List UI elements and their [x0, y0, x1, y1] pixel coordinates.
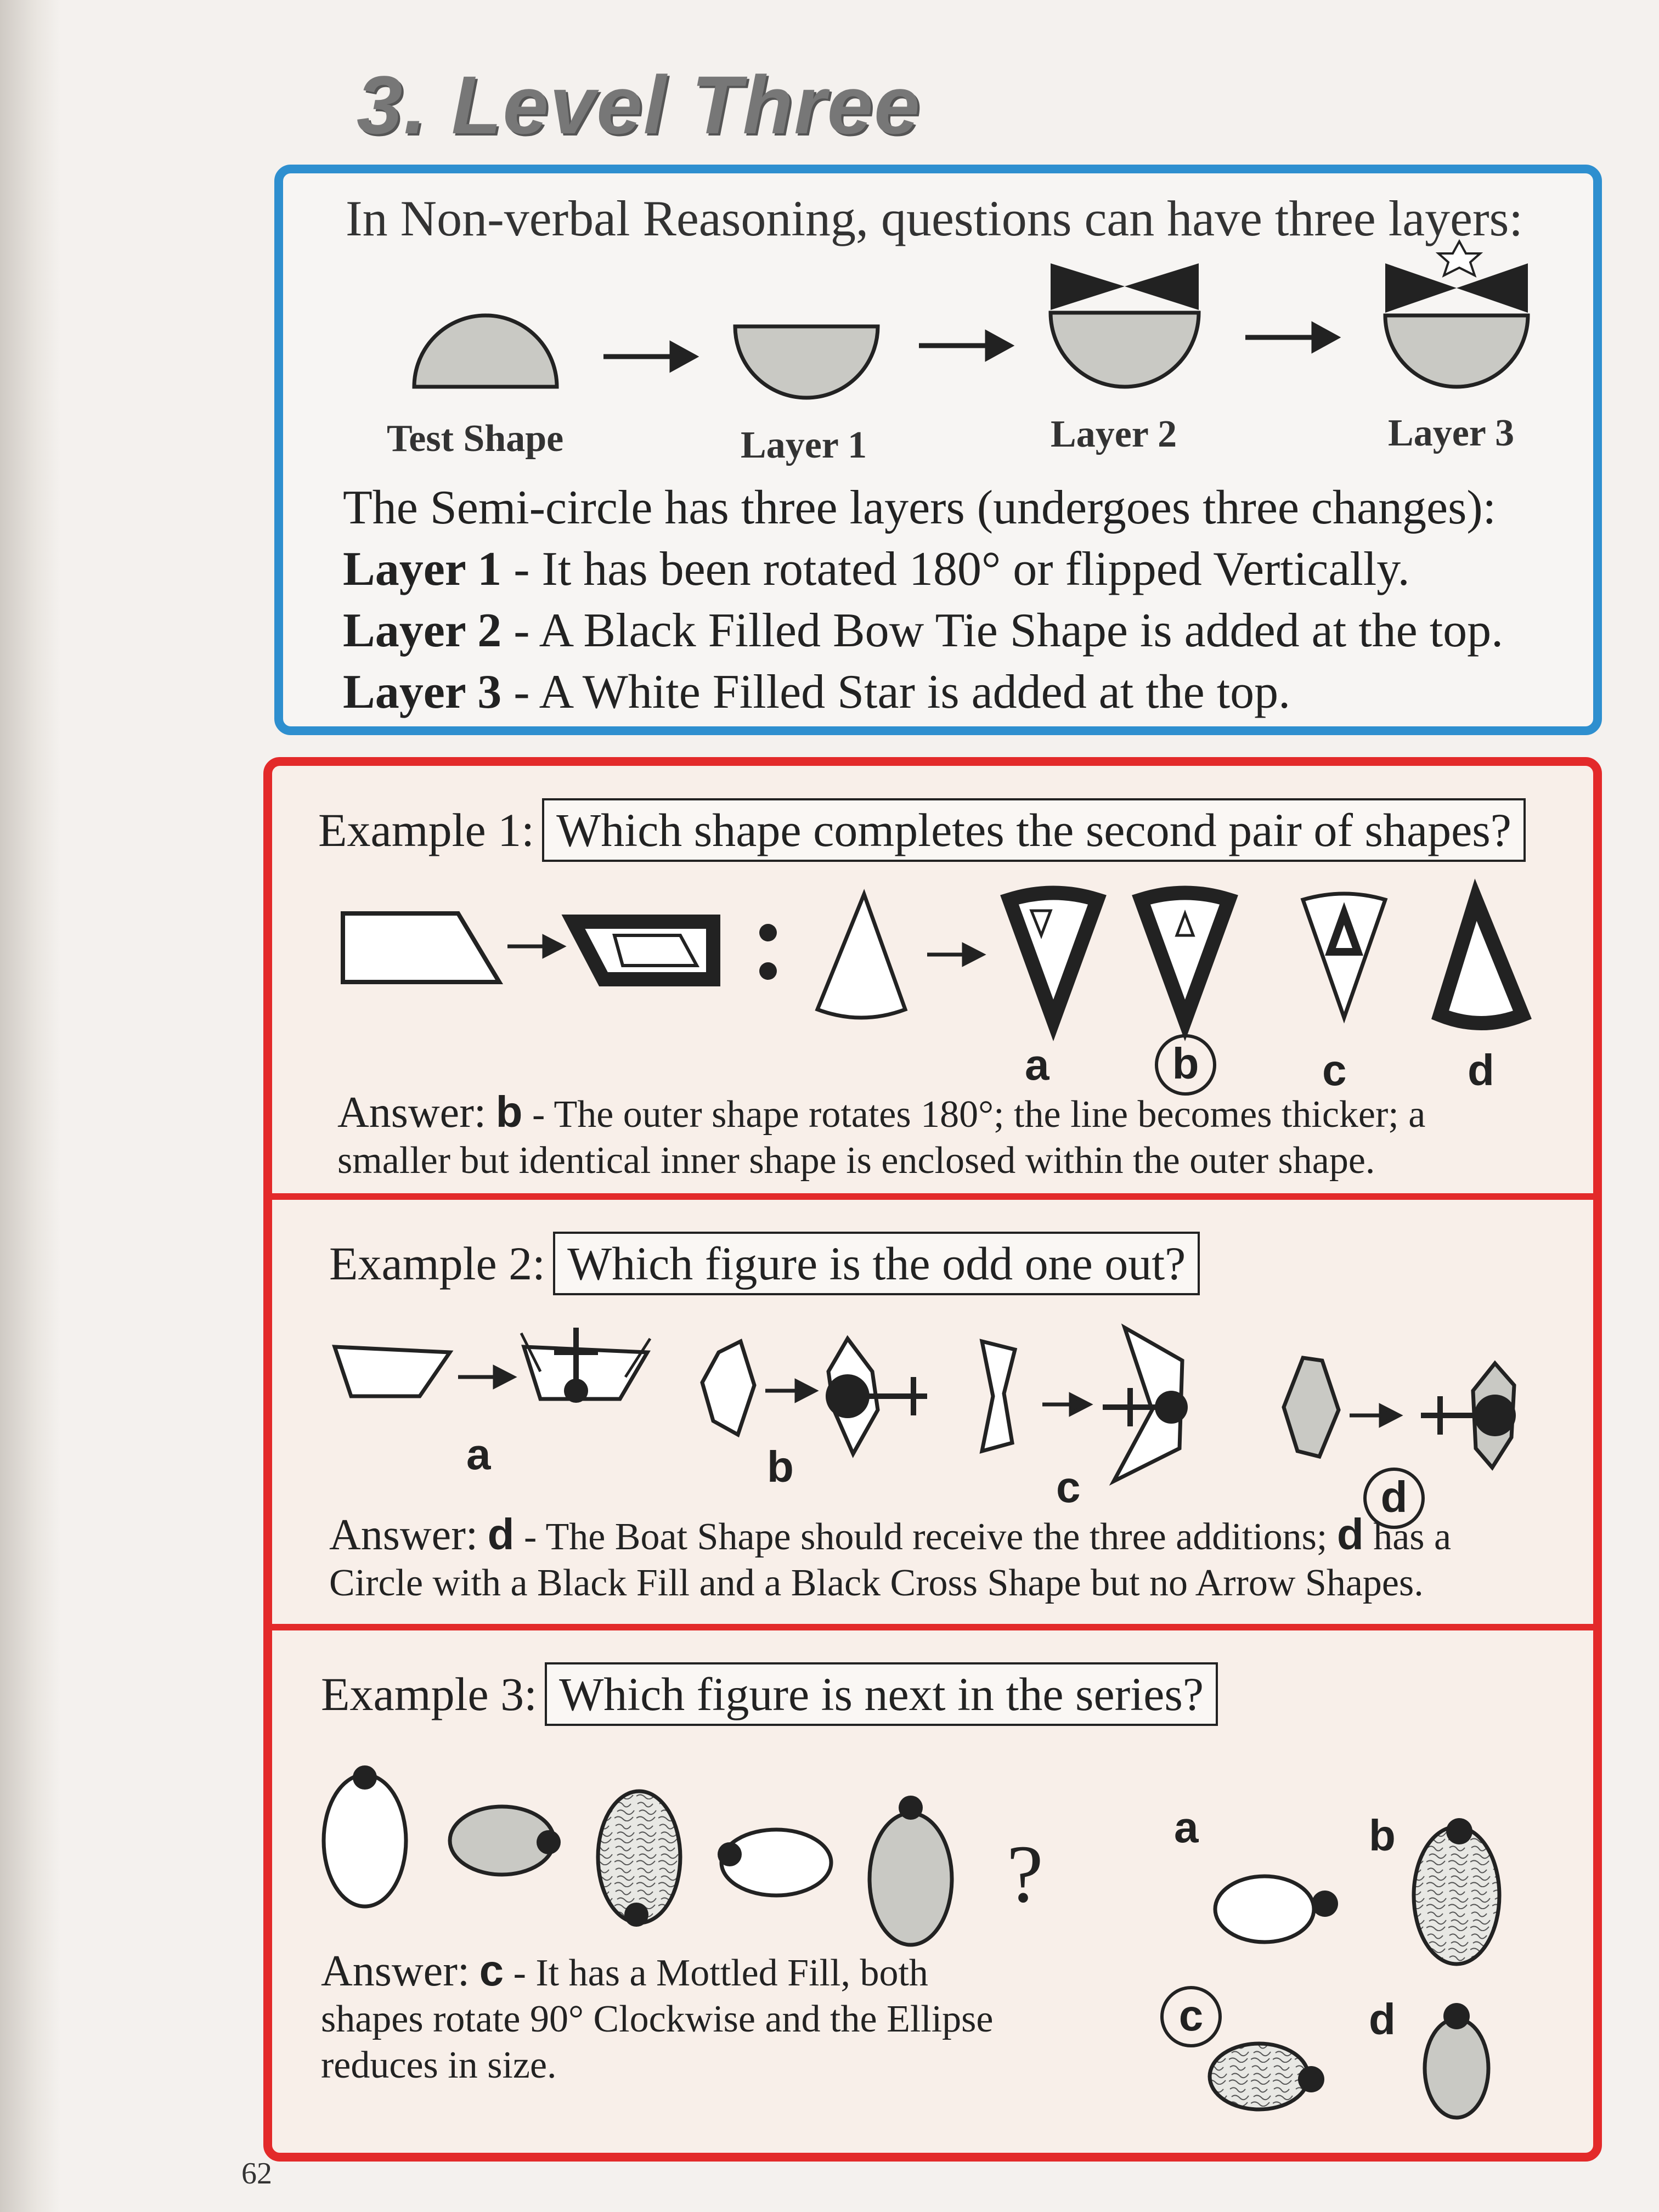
series-ellipse-1: [321, 1773, 408, 1909]
option-b-figure: [1412, 1825, 1502, 1966]
option-c-figure: [1207, 2041, 1311, 2112]
answer-prefix: Answer:: [321, 1947, 470, 1995]
answer-text-3: reduces in size.: [321, 2044, 557, 2086]
option-d-figure: [1423, 2017, 1491, 2120]
option-c-label-circled: c: [1160, 1986, 1222, 2047]
answer-text: - It has a Mottled Fill, both: [504, 1952, 928, 1994]
book-page: 3. Level Three In Non-verbal Reasoning, …: [0, 0, 1659, 2212]
page-number: 62: [241, 2157, 272, 2191]
example-3-answer: Answer: c - It has a Mottled Fill, both …: [321, 1948, 1144, 2089]
series-ellipse-5: [867, 1811, 954, 1947]
example-3-figures: [321, 1765, 1502, 2120]
option-b-label: b: [1369, 1811, 1396, 1860]
option-a-figure: [1213, 1874, 1316, 1944]
answer-text-2: shapes rotate 90° Clockwise and the Elli…: [321, 1998, 994, 2040]
option-d-label: d: [1369, 1995, 1396, 2044]
question-mark: ?: [1007, 1829, 1043, 1920]
answer-letter: c: [479, 1946, 504, 1995]
option-a-label: a: [1174, 1803, 1199, 1852]
